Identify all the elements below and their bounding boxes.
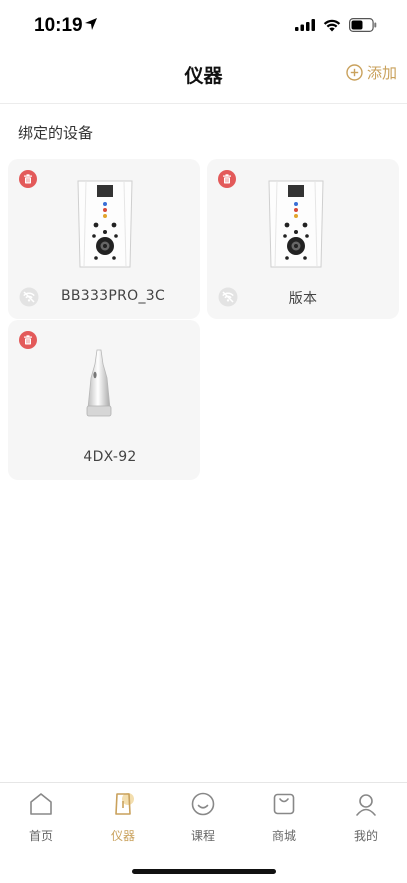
tower-device-icon (268, 180, 324, 268)
device-card[interactable]: BB333PRO_3C (8, 159, 200, 319)
trash-icon (24, 174, 32, 184)
tab-bar: 首页 仪器 课程 商城 我的 (0, 782, 407, 883)
trash-icon (223, 174, 231, 184)
tab-courses[interactable]: 课程 (173, 791, 233, 844)
smile-icon (191, 792, 215, 816)
tab-label: 仪器 (110, 829, 135, 843)
trash-icon (24, 335, 32, 345)
device-name: BB333PRO_3C (60, 288, 166, 304)
delete-button[interactable] (19, 170, 37, 188)
tab-home[interactable]: 首页 (11, 791, 71, 844)
battery-icon (349, 18, 377, 32)
tab-label: 课程 (190, 829, 215, 843)
add-label: 添加 (366, 64, 397, 82)
instrument-icon (115, 793, 134, 815)
tab-label: 我的 (353, 829, 378, 843)
tab-profile[interactable]: 我的 (336, 791, 396, 844)
delete-button[interactable] (218, 170, 236, 188)
wifi-icon (323, 19, 341, 31)
tower-device-icon (77, 180, 133, 268)
tab-label: 商城 (271, 829, 296, 843)
signal-icon (295, 19, 315, 31)
device-name: 4DX-92 (83, 449, 137, 465)
home-indicator (132, 869, 276, 874)
bag-icon (273, 793, 295, 815)
home-icon (30, 793, 52, 815)
status-bar: 10:19 (0, 0, 407, 52)
nav-bar: 仪器 添加 (0, 52, 407, 104)
user-icon (356, 794, 376, 816)
plus-circle-icon (346, 64, 363, 81)
device-card[interactable]: 4DX-92 (8, 320, 200, 480)
tab-shop[interactable]: 商城 (254, 791, 314, 844)
add-device-button[interactable]: 添加 (346, 62, 397, 83)
status-time: 10:19 (34, 15, 83, 36)
section-title: 绑定的设备 (18, 124, 94, 142)
device-name: 版本 (288, 291, 318, 307)
tab-label: 首页 (28, 829, 53, 843)
device-card[interactable]: 版本 (207, 159, 399, 319)
tab-instrument[interactable]: 仪器 (93, 791, 153, 844)
handheld-device-icon (86, 349, 112, 417)
location-arrow-icon (85, 18, 97, 30)
delete-button[interactable] (19, 331, 37, 349)
